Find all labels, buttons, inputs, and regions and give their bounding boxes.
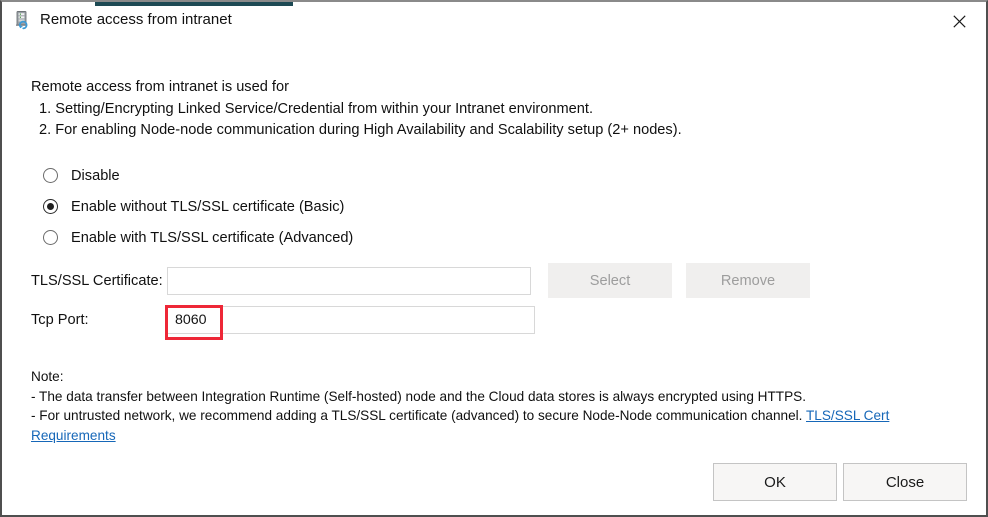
intro-description: Remote access from intranet is used for … xyxy=(31,77,682,142)
server-refresh-icon xyxy=(14,10,34,30)
tcp-port-label: Tcp Port: xyxy=(31,312,89,328)
radio-option-enable-basic[interactable]: Enable without TLS/SSL certificate (Basi… xyxy=(43,191,353,222)
radio-option-disable[interactable]: Disable xyxy=(43,160,353,191)
ok-button[interactable]: OK xyxy=(713,463,837,501)
radio-option-enable-advanced[interactable]: Enable with TLS/SSL certificate (Advance… xyxy=(43,222,353,253)
note-line-2-text: - For untrusted network, we recommend ad… xyxy=(31,408,806,423)
intro-heading: Remote access from intranet is used for xyxy=(31,79,289,95)
certificate-input[interactable] xyxy=(167,266,531,295)
note-block: Note: - The data transfer between Integr… xyxy=(31,367,943,445)
note-line-1: - The data transfer between Integration … xyxy=(31,388,807,404)
tcp-port-row: Tcp Port: xyxy=(31,306,535,334)
access-mode-radio-group: Disable Enable without TLS/SSL certifica… xyxy=(43,160,353,253)
radio-label-enable-basic: Enable without TLS/SSL certificate (Basi… xyxy=(71,198,345,215)
intro-item-2: 2. For enabling Node-node communication … xyxy=(39,122,682,138)
certificate-label: TLS/SSL Certificate: xyxy=(31,272,163,289)
close-icon[interactable] xyxy=(938,6,980,36)
radio-label-disable: Disable xyxy=(71,167,120,184)
remove-certificate-button[interactable]: Remove xyxy=(686,263,810,298)
remote-access-dialog: Remote access from intranet Remote acces… xyxy=(0,0,988,517)
radio-label-enable-advanced: Enable with TLS/SSL certificate (Advance… xyxy=(71,229,354,246)
radio-mark-disable[interactable] xyxy=(43,168,58,183)
close-button[interactable]: Close xyxy=(843,463,967,501)
tcp-port-input[interactable] xyxy=(167,306,535,334)
select-certificate-button[interactable]: Select xyxy=(548,263,672,298)
radio-mark-enable-basic[interactable] xyxy=(43,199,58,214)
certificate-row: TLS/SSL Certificate: Select Remove xyxy=(31,263,810,298)
note-title: Note: xyxy=(31,369,64,384)
title-bar: Remote access from intranet xyxy=(2,2,986,40)
window-title: Remote access from intranet xyxy=(40,11,232,28)
radio-mark-enable-advanced[interactable] xyxy=(43,230,58,245)
note-line-2: - For untrusted network, we recommend ad… xyxy=(31,406,943,445)
intro-item-1: 1. Setting/Encrypting Linked Service/Cre… xyxy=(39,100,594,117)
